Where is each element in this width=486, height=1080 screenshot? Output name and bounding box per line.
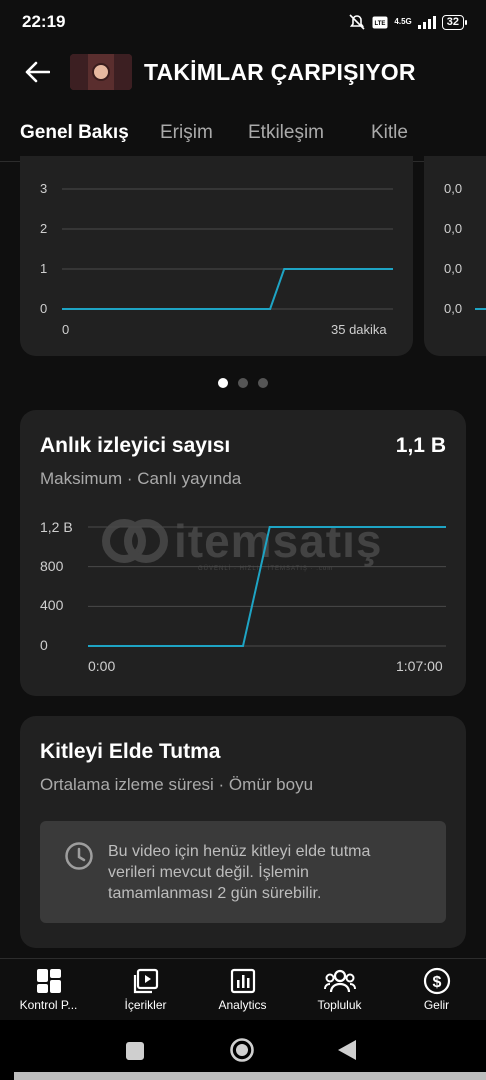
- x-tick-label: 1:07:00: [396, 658, 443, 674]
- volte-icon: LTE: [372, 16, 388, 29]
- nav-label: Analytics: [218, 998, 267, 1012]
- y-tick-label: 0,0: [444, 221, 463, 236]
- carousel-card[interactable]: 3 2 1 0 0 35 dakika: [20, 156, 413, 356]
- analytics-icon: [230, 968, 255, 994]
- retention-empty-state: Bu video için henüz kitleyi elde tutma v…: [40, 821, 446, 923]
- x-tick-label: 0: [62, 322, 70, 337]
- tab-reach[interactable]: Erişim: [160, 122, 213, 144]
- nav-earn[interactable]: $ Gelir: [388, 959, 485, 1021]
- video-title: TAKİMLAR ÇARPIŞIYOR: [144, 58, 416, 85]
- svg-text:LTE: LTE: [375, 21, 386, 27]
- clock-icon: [65, 842, 93, 870]
- x-tick-label: 35 dakika: [331, 322, 387, 337]
- carousel-line-chart: [62, 188, 393, 310]
- page-dot[interactable]: [218, 378, 228, 388]
- live-viewers-card[interactable]: Anlık izleyici sayısı 1,1 B Maksimum · C…: [20, 410, 466, 696]
- live-viewers-line-chart: [88, 526, 446, 647]
- signal-icon: [417, 15, 436, 29]
- bottom-navigation: Kontrol P... İçerikler Analytics Toplulu…: [0, 958, 486, 1020]
- recents-icon[interactable]: [125, 1041, 145, 1061]
- back-button[interactable]: [20, 55, 54, 89]
- y-tick-label: 0,0: [444, 301, 463, 316]
- page-dot[interactable]: [238, 378, 248, 388]
- nav-community[interactable]: Topluluk: [291, 959, 388, 1021]
- status-icons: LTE 4.5G 32: [348, 14, 468, 30]
- battery-indicator: 32: [441, 14, 468, 30]
- thumbnail-shade: [114, 54, 132, 90]
- retention-card[interactable]: Kitleyi Elde Tutma Ortalama izleme süres…: [20, 716, 466, 948]
- thumbnail-shade: [70, 54, 88, 90]
- retention-message: Bu video için henüz kitleyi elde tutma v…: [108, 843, 371, 902]
- thumbnail-face: [92, 63, 110, 81]
- chart-line-stub: [475, 308, 486, 310]
- nav-label: Topluluk: [317, 998, 362, 1012]
- nav-dashboard[interactable]: Kontrol P...: [0, 959, 97, 1021]
- tab-overview[interactable]: Genel Bakış: [20, 122, 129, 144]
- status-bar: 22:19 LTE 4.5G 32: [0, 0, 486, 44]
- system-navigation: [0, 1020, 486, 1080]
- y-tick-label: 0,0: [444, 181, 463, 196]
- tab-bar: Genel Bakış Erişim Etkileşim Kitle: [0, 100, 486, 162]
- earn-icon: $: [423, 967, 450, 995]
- carousel-card-next[interactable]: 0,0 0,0 0,0 0,0: [424, 156, 486, 356]
- video-thumbnail[interactable]: [70, 54, 132, 90]
- tab-audience[interactable]: Kitle: [371, 122, 408, 144]
- nav-analytics[interactable]: Analytics: [194, 959, 291, 1021]
- page-dot[interactable]: [258, 378, 268, 388]
- network-type: 4.5G: [394, 17, 412, 26]
- carousel-pagination: [0, 378, 486, 388]
- back-nav-icon[interactable]: [336, 1039, 358, 1061]
- retention-title: Kitleyi Elde Tutma: [40, 740, 221, 763]
- tab-engagement[interactable]: Etkileşim: [248, 122, 324, 144]
- nav-label: Gelir: [423, 998, 450, 1012]
- nav-label: İçerikler: [124, 998, 167, 1012]
- dashboard-icon: [36, 969, 61, 993]
- home-icon[interactable]: [229, 1037, 255, 1063]
- status-time: 22:19: [22, 12, 66, 31]
- community-icon: [323, 969, 356, 993]
- nav-label: Kontrol P...: [19, 998, 78, 1012]
- svg-text:$: $: [432, 974, 441, 991]
- nav-content[interactable]: İçerikler: [97, 959, 194, 1021]
- x-tick-label: 0:00: [88, 658, 116, 674]
- gesture-bar: [14, 1072, 486, 1080]
- mute-icon: [348, 14, 366, 30]
- y-tick-label: 0,0: [444, 261, 463, 276]
- series-line: [62, 268, 393, 310]
- series-line: [88, 526, 446, 647]
- retention-subtitle: Ortalama izleme süresi · Ömür boyu: [40, 775, 314, 794]
- app-header: TAKİMLAR ÇARPIŞIYOR: [0, 44, 486, 100]
- arrow-back-icon: [25, 61, 50, 83]
- content-icon: [133, 968, 158, 994]
